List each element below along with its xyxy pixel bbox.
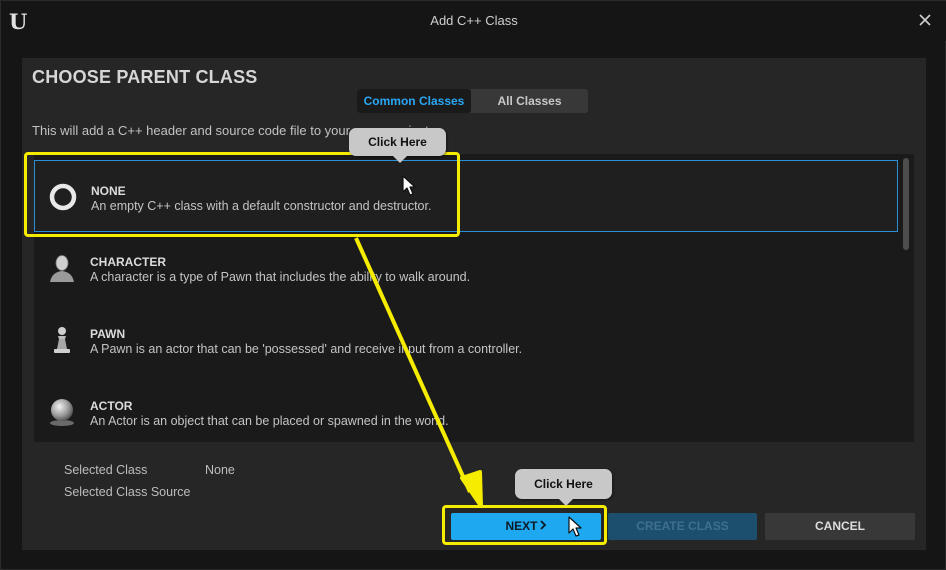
panel-heading: CHOOSE PARENT CLASS: [32, 67, 258, 87]
cancel-button[interactable]: CANCEL: [765, 513, 915, 540]
pawn-icon: [54, 327, 70, 353]
class-description: An Actor is an object that can be placed…: [90, 414, 449, 428]
class-item-actor[interactable]: ACTOR An Actor is an object that can be …: [34, 376, 898, 448]
selected-class-label: Selected Class: [64, 463, 148, 477]
tooltip-click-here-next: Click Here: [515, 469, 612, 506]
highlight-box-next: [442, 505, 607, 545]
class-description: A character is a type of Pawn that inclu…: [90, 270, 471, 284]
class-item-pawn[interactable]: PAWN A Pawn is an actor that can be 'pos…: [34, 304, 898, 376]
selected-class-value: None: [205, 463, 235, 477]
mouse-cursor-icon: [402, 175, 416, 196]
class-description: A Pawn is an actor that can be 'possesse…: [90, 342, 523, 356]
class-tabs: Common Classes All Classes: [357, 89, 588, 113]
window-title: Add C++ Class: [430, 13, 518, 28]
class-name: PAWN: [90, 327, 126, 341]
tab-common-classes[interactable]: Common Classes: [357, 89, 471, 113]
close-icon[interactable]: [917, 12, 933, 28]
choose-parent-class-panel: CHOOSE PARENT CLASS Common Classes All C…: [22, 58, 926, 550]
mouse-cursor-icon: [568, 516, 582, 537]
character-icon: [50, 255, 74, 282]
tooltip-click-here-none: Click Here: [349, 128, 446, 163]
selected-class-source-label: Selected Class Source: [64, 485, 191, 499]
tab-all-classes[interactable]: All Classes: [471, 89, 588, 113]
sphere-icon: [50, 399, 74, 426]
class-name: ACTOR: [90, 399, 133, 413]
highlight-box-none: [24, 152, 460, 237]
class-name: CHARACTER: [90, 255, 166, 269]
class-list-scrollbar[interactable]: [903, 158, 909, 250]
add-cpp-class-dialog: U Add C++ Class CHOOSE PARENT CLASS Comm…: [0, 0, 946, 570]
title-bar: U Add C++ Class: [1, 1, 946, 41]
create-class-button[interactable]: CREATE CLASS: [608, 513, 757, 540]
class-item-character[interactable]: CHARACTER A character is a type of Pawn …: [34, 232, 898, 304]
